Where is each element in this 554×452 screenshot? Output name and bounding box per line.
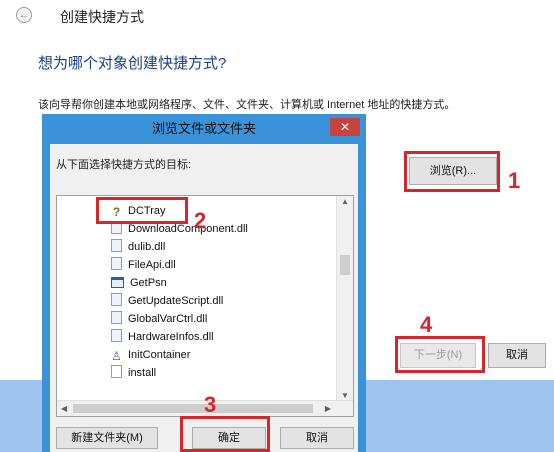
highlight-box-dctray <box>96 197 188 224</box>
application-icon <box>111 277 124 288</box>
scroll-right-arrow-icon[interactable]: ▶ <box>321 401 335 416</box>
dialog-cancel-button[interactable]: 取消 <box>280 427 354 449</box>
tree-item-globalvarctrl[interactable]: GlobalVarCtrl.dll <box>111 311 207 327</box>
highlight-box-next <box>395 336 485 373</box>
scroll-up-arrow-icon[interactable]: ▲ <box>337 196 353 208</box>
highlight-box-ok <box>180 416 270 452</box>
tree-item-initcontainer[interactable]: ♙ InitContainer <box>111 347 190 363</box>
tree-item-dulib[interactable]: dulib.dll <box>111 239 165 255</box>
dll-file-icon <box>111 257 122 270</box>
document-icon <box>111 365 122 378</box>
installer-icon: ♙ <box>111 349 122 363</box>
vertical-scrollbar[interactable]: ▲ ▼ <box>336 196 353 402</box>
wizard-description: 该向导帮你创建本地或网络程序、文件、文件夹、计算机或 Internet 地址的快… <box>38 99 456 111</box>
dll-file-icon <box>111 239 122 252</box>
horizontal-scroll-thumb[interactable] <box>73 404 313 413</box>
close-icon[interactable]: ✕ <box>330 118 360 136</box>
tree-item-label: HardwareInfos.dll <box>128 331 214 343</box>
wizard-cancel-button[interactable]: 取消 <box>488 343 546 368</box>
dialog-prompt: 从下面选择快捷方式的目标: <box>56 159 192 171</box>
step-number-2: 2 <box>194 208 207 233</box>
dll-file-icon <box>111 311 122 324</box>
tree-item-getupdatescript[interactable]: GetUpdateScript.dll <box>111 293 223 309</box>
tree-item-getpsn[interactable]: GetPsn <box>111 275 167 291</box>
tree-item-label: install <box>128 367 157 379</box>
dll-file-icon <box>111 329 122 342</box>
tree-item-label: DownloadComponent.dll <box>128 223 248 235</box>
tree-item-fileapi[interactable]: FileApi.dll <box>111 257 176 273</box>
tree-item-label: FileApi.dll <box>128 259 176 271</box>
dll-file-icon <box>111 293 122 306</box>
tree-item-label: dulib.dll <box>128 241 166 253</box>
wizard-title: 创建快捷方式 <box>60 9 144 25</box>
dialog-title: 浏览文件或文件夹 <box>151 121 256 136</box>
tree-item-label: GlobalVarCtrl.dll <box>128 313 208 325</box>
scroll-left-arrow-icon[interactable]: ◀ <box>57 401 71 416</box>
vertical-scroll-thumb[interactable] <box>340 255 350 275</box>
tree-item-label: InitContainer <box>128 349 191 361</box>
tree-item-label: GetUpdateScript.dll <box>128 295 224 307</box>
tree-item-hardwareinfos[interactable]: HardwareInfos.dll <box>111 329 214 345</box>
tree-item-install[interactable]: install <box>111 365 156 381</box>
tree-item-label: GetPsn <box>130 277 167 289</box>
back-arrow-icon[interactable]: ← <box>16 7 32 23</box>
new-folder-button[interactable]: 新建文件夹(M) <box>56 427 158 449</box>
highlight-box-browse <box>404 151 500 192</box>
step-number-3: 3 <box>204 392 217 417</box>
step-number-1: 1 <box>508 168 521 193</box>
step-number-4: 4 <box>420 312 433 337</box>
wizard-heading: 想为哪个对象创建快捷方式? <box>38 55 227 72</box>
